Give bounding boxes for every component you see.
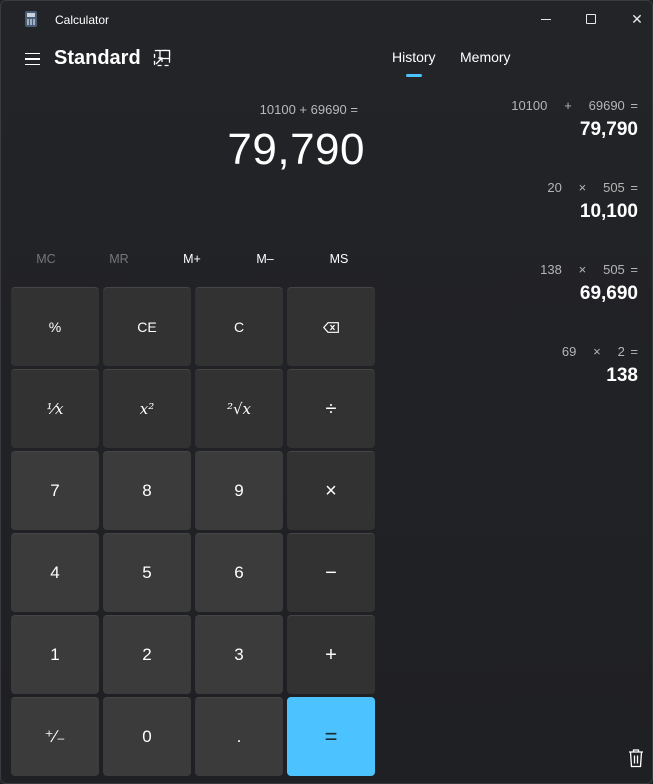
- trash-icon[interactable]: [627, 748, 645, 768]
- calculator-window: Calculator ✕ Standard History Memory 101…: [0, 0, 653, 784]
- history-item[interactable]: 20 × 505 = 10,100: [547, 180, 638, 223]
- app-title: Calculator: [55, 13, 110, 27]
- digit-0-button[interactable]: 0: [103, 697, 191, 776]
- maximize-button[interactable]: [576, 7, 606, 31]
- equals-button[interactable]: =: [287, 697, 375, 776]
- history-item[interactable]: 69 × 2 = 138: [562, 344, 638, 387]
- clear-entry-button[interactable]: CE: [103, 287, 191, 366]
- reciprocal-button[interactable]: ⅟x: [11, 369, 99, 448]
- clear-label: C: [233, 319, 245, 335]
- digit-5-label: 5: [142, 563, 152, 582]
- memory-add-button[interactable]: M+: [167, 252, 217, 266]
- plus-button[interactable]: +: [287, 615, 375, 694]
- digit-7-button[interactable]: 7: [11, 451, 99, 530]
- hamburger-icon: [24, 52, 40, 55]
- divide-label: ÷: [325, 397, 337, 420]
- digit-4-button[interactable]: 4: [11, 533, 99, 612]
- memory-subtract-button[interactable]: M–: [240, 252, 290, 266]
- digit-4-label: 4: [50, 563, 60, 582]
- digit-8-label: 8: [142, 481, 152, 500]
- memory-store-button[interactable]: MS: [314, 252, 364, 266]
- digit-3-label: 3: [234, 645, 244, 664]
- digit-7-label: 7: [50, 481, 60, 500]
- minus-label: −: [325, 561, 337, 584]
- percent-label: %: [48, 319, 62, 335]
- clear-entry-label: CE: [137, 319, 157, 335]
- mode-title: Standard: [54, 47, 141, 69]
- history-expression: 10100 + 69690 =: [511, 98, 638, 113]
- negate-label: ⁺∕₋: [44, 727, 66, 746]
- clear-button[interactable]: C: [195, 287, 283, 366]
- history-expression: 20 × 505 =: [547, 180, 638, 195]
- digit-9-button[interactable]: 9: [195, 451, 283, 530]
- digit-2-button[interactable]: 2: [103, 615, 191, 694]
- keep-on-top-icon[interactable]: [153, 49, 171, 67]
- square-root-button[interactable]: ²√x: [195, 369, 283, 448]
- minimize-icon: [541, 18, 551, 20]
- equals-label: =: [324, 723, 338, 749]
- close-button[interactable]: ✕: [622, 7, 652, 31]
- multiply-button[interactable]: ×: [287, 451, 375, 530]
- negate-button[interactable]: ⁺∕₋: [11, 697, 99, 776]
- decimal-button[interactable]: .: [195, 697, 283, 776]
- digit-1-button[interactable]: 1: [11, 615, 99, 694]
- digit-6-button[interactable]: 6: [195, 533, 283, 612]
- history-expression: 138 × 505 =: [540, 262, 638, 277]
- decimal-label: .: [236, 727, 242, 746]
- digit-9-label: 9: [234, 481, 244, 500]
- hamburger-icon-line: [24, 58, 40, 60]
- history-result: 10,100: [579, 201, 638, 222]
- digit-1-label: 1: [50, 645, 60, 664]
- digit-2-label: 2: [142, 645, 152, 664]
- calculator-icon: [25, 11, 37, 27]
- square-button[interactable]: x²: [103, 369, 191, 448]
- tab-memory[interactable]: Memory: [460, 49, 511, 65]
- digit-8-button[interactable]: 8: [103, 451, 191, 530]
- memory-clear-button[interactable]: MC: [21, 252, 71, 266]
- history-item[interactable]: 10100 + 69690 = 79,790: [511, 98, 638, 141]
- active-tab-indicator: [406, 74, 422, 77]
- history-result: 138: [606, 365, 638, 386]
- expression-display: 10100 + 69690 =: [259, 102, 358, 117]
- percent-button[interactable]: %: [11, 287, 99, 366]
- close-icon: ✕: [631, 10, 643, 27]
- multiply-label: ×: [325, 479, 337, 502]
- history-item[interactable]: 138 × 505 = 69,690: [540, 262, 638, 305]
- plus-label: +: [325, 643, 337, 666]
- reciprocal-label: ⅟x: [46, 400, 64, 418]
- minimize-button[interactable]: [531, 7, 561, 31]
- square-label: x²: [139, 400, 155, 418]
- history-expression: 69 × 2 =: [561, 344, 638, 359]
- digit-6-label: 6: [234, 563, 244, 582]
- history-result: 69,690: [579, 283, 638, 304]
- digit-3-button[interactable]: 3: [195, 615, 283, 694]
- navigation-menu-button[interactable]: [17, 47, 47, 71]
- minus-button[interactable]: −: [287, 533, 375, 612]
- backspace-button[interactable]: [287, 287, 375, 366]
- maximize-icon: [586, 14, 596, 24]
- digit-0-label: 0: [142, 727, 152, 746]
- tab-history[interactable]: History: [392, 49, 436, 65]
- hamburger-icon-line: [24, 63, 40, 66]
- title-bar: Calculator ✕: [1, 1, 652, 37]
- memory-recall-button[interactable]: MR: [94, 252, 144, 266]
- square-root-label: ²√x: [226, 400, 252, 418]
- digit-5-button[interactable]: 5: [103, 533, 191, 612]
- divide-button[interactable]: ÷: [287, 369, 375, 448]
- result-display: 79,790: [227, 125, 365, 174]
- history-result: 79,790: [579, 119, 638, 140]
- backspace-icon: [323, 321, 339, 333]
